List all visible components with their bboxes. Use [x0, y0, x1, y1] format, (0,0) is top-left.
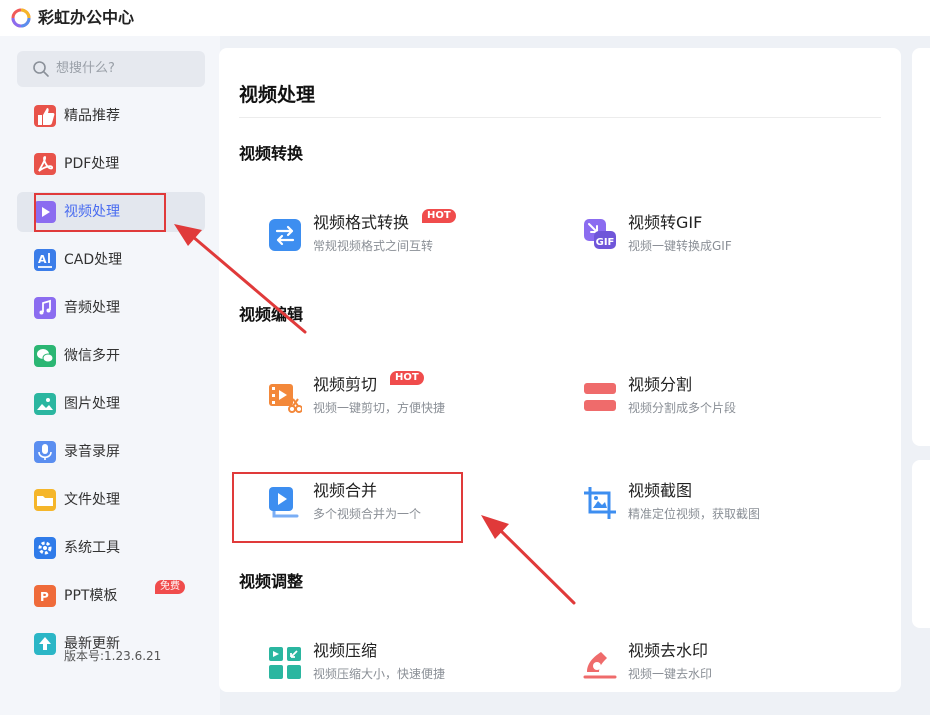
- compress-icon: [269, 647, 301, 679]
- gif-icon: GIF: [584, 219, 616, 249]
- folder-icon: [34, 489, 56, 511]
- sidebar-item-label: 微信多开: [64, 348, 120, 364]
- sidebar-item[interactable]: 系统工具: [17, 528, 205, 568]
- sidebar-item[interactable]: A CAD处理: [17, 240, 205, 280]
- tool-desc: 视频压缩大小，快速便捷: [313, 667, 446, 681]
- sidebar-item-label: 音频处理: [64, 300, 120, 316]
- video-cut-icon: [269, 384, 302, 413]
- search-icon: [33, 61, 49, 77]
- tool-desc: 视频分割成多个片段: [628, 401, 737, 415]
- sidebar-item-label: CAD处理: [64, 252, 123, 268]
- sidebar-item[interactable]: 图片处理: [17, 384, 205, 424]
- section-title-video-edit: 视频编辑: [239, 305, 304, 324]
- sidebar-item-label: 系统工具: [64, 540, 120, 556]
- microphone-icon: [34, 441, 56, 463]
- upload-icon: [34, 633, 56, 655]
- tool-desc: 视频一键剪切，方便快捷: [313, 401, 446, 415]
- right-card-top: [912, 48, 930, 446]
- app-title: 彩虹办公中心: [38, 8, 135, 27]
- section-title-video-convert: 视频转换: [239, 144, 304, 163]
- cad-icon: A: [34, 249, 56, 271]
- divider: [239, 117, 881, 118]
- pdf-icon: [34, 153, 56, 175]
- crop-image-icon: [584, 487, 616, 519]
- tool-name: 视频去水印: [628, 641, 709, 660]
- tool-video-split[interactable]: 视频分割 视频分割成多个片段: [583, 374, 843, 422]
- svg-text:A: A: [38, 253, 47, 266]
- tool-video-compress[interactable]: 视频压缩 视频压缩大小，快速便捷: [268, 640, 528, 688]
- sidebar-item[interactable]: 音频处理: [17, 288, 205, 328]
- annotation-box-sidebar: [34, 193, 166, 232]
- main-panel: 视频处理 视频转换 视频编辑 视频调整 视频格式转换 HOT 常规视频格式之间互…: [219, 48, 901, 692]
- ppt-icon: P: [34, 585, 56, 607]
- hot-badge: HOT: [390, 371, 424, 385]
- sidebar-item-label: 文件处理: [64, 492, 120, 508]
- right-card-bottom: [912, 460, 930, 628]
- free-badge: 免费: [155, 580, 185, 594]
- tool-name: 视频压缩: [313, 641, 378, 660]
- sidebar-item-label: PDF处理: [64, 156, 120, 172]
- search-input[interactable]: 想搜什么?: [17, 51, 205, 87]
- version-label: 版本号:1.23.6.21: [64, 649, 162, 663]
- tool-video-format-convert[interactable]: 视频格式转换 HOT 常规视频格式之间互转: [268, 209, 528, 260]
- sidebar-item[interactable]: 精品推荐: [17, 96, 205, 136]
- tool-desc: 精准定位视频，获取截图: [628, 507, 761, 521]
- split-icon: [584, 383, 616, 411]
- sidebar-item[interactable]: P PPT模板 免费: [17, 576, 205, 616]
- tool-video-screenshot[interactable]: 视频截图 精准定位视频，获取截图: [583, 480, 843, 528]
- rainbow-logo-icon: [11, 8, 31, 28]
- sidebar-item-label: 图片处理: [64, 396, 120, 412]
- page-title: 视频处理: [239, 84, 316, 106]
- tool-desc: 常规视频格式之间互转: [313, 239, 434, 253]
- image-icon: [34, 393, 56, 415]
- sidebar-item-label: 精品推荐: [64, 108, 120, 124]
- sidebar-item[interactable]: 文件处理: [17, 480, 205, 520]
- sidebar-item[interactable]: PDF处理: [17, 144, 205, 184]
- music-icon: [34, 297, 56, 319]
- gear-icon: [34, 537, 56, 559]
- tool-video-cut[interactable]: 视频剪切 HOT 视频一键剪切，方便快捷: [268, 371, 528, 422]
- sidebar-item-label: 录音录屏: [64, 444, 120, 460]
- hot-badge: HOT: [422, 209, 456, 223]
- tool-video-to-gif[interactable]: GIF 视频转GIF 视频一键转换成GIF: [583, 212, 843, 260]
- svg-text:P: P: [40, 590, 49, 604]
- sidebar-item-label: PPT模板: [64, 588, 118, 604]
- tool-desc: 视频一键转换成GIF: [628, 239, 732, 253]
- svg-text:GIF: GIF: [596, 237, 615, 248]
- tool-name: 视频转GIF: [628, 213, 703, 232]
- search-placeholder: 想搜什么?: [56, 61, 115, 76]
- convert-arrows-icon: [269, 219, 301, 251]
- tool-name: 视频剪切: [313, 375, 378, 394]
- sidebar-item[interactable]: 微信多开: [17, 336, 205, 376]
- tool-video-watermark-remove[interactable]: 视频去水印 视频一键去水印: [583, 640, 843, 688]
- tool-name: 视频分割: [628, 375, 693, 394]
- tool-name: 视频格式转换: [313, 213, 410, 232]
- section-title-video-adjust: 视频调整: [239, 572, 304, 591]
- watermark-icon: [583, 652, 617, 679]
- thumbs-up-icon: [34, 105, 56, 127]
- title-bar: 彩虹办公中心: [0, 0, 930, 36]
- wechat-icon: [34, 345, 56, 367]
- sidebar-item[interactable]: 录音录屏: [17, 432, 205, 472]
- tool-name: 视频截图: [628, 481, 693, 500]
- annotation-box-merge: [232, 472, 463, 543]
- tool-desc: 视频一键去水印: [628, 667, 713, 681]
